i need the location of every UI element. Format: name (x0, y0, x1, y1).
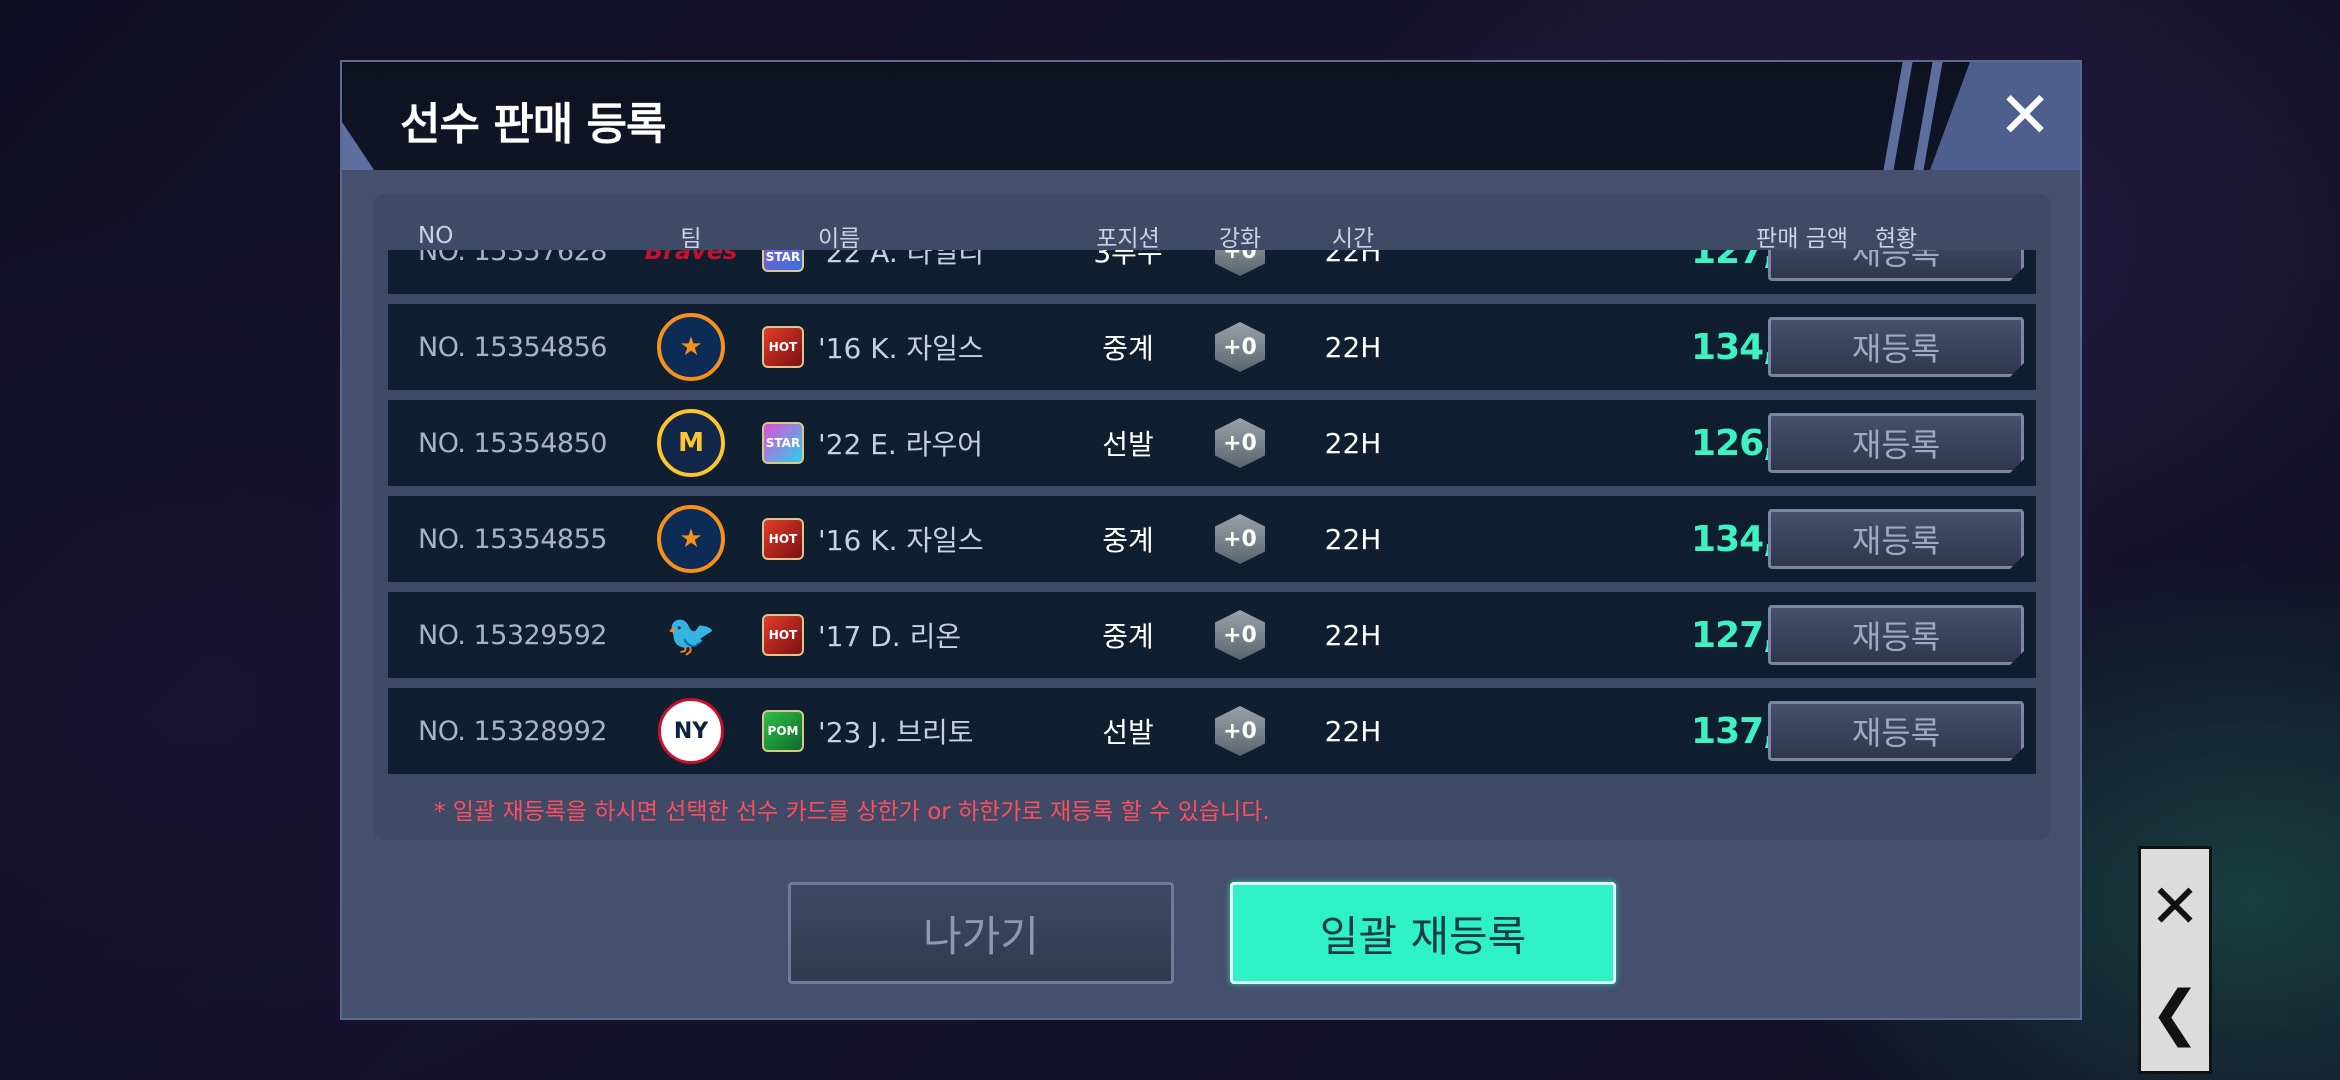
player-position: 중계 (1102, 332, 1154, 365)
side-back-button[interactable]: ❮ (2141, 961, 2209, 1065)
sale-registration-dialog: 선수 판매 등록 ✕ NO 팀 이름 포지션 강화 시간 판매 금액 현황 NO… (340, 60, 2082, 1020)
enhance-level-icon: +0 (1210, 592, 1270, 678)
close-button[interactable]: ✕ (1930, 62, 2080, 170)
reregister-button[interactable]: 재등록 (1768, 413, 2024, 473)
remaining-time: 22H (1324, 250, 1382, 268)
pom-badge-icon: POM (760, 688, 806, 774)
enhance-level-icon: +0 (1210, 304, 1270, 390)
hot-badge-icon: HOT (760, 592, 806, 678)
player-position: 선발 (1102, 428, 1154, 461)
reregister-button[interactable]: 재등록 (1768, 701, 2024, 761)
header-enhance: 강화 (1218, 226, 1262, 252)
listing-number: NO. 15354850 (418, 427, 607, 459)
reregister-button[interactable]: 재등록 (1768, 317, 2024, 377)
remaining-time: 22H (1324, 522, 1382, 556)
header-no: NO (418, 223, 454, 249)
enhance-level-icon: +0 (1210, 688, 1270, 774)
header-position: 포지션 (1096, 226, 1160, 252)
reregister-button[interactable]: 재등록 (1768, 605, 2024, 665)
remaining-time: 22H (1324, 330, 1382, 364)
table-rows[interactable]: NO. 15357628 Braves ALL STAR '22 A. 라일리 … (388, 250, 2036, 784)
bulk-reregister-button[interactable]: 일괄 재등록 (1230, 882, 1616, 984)
brewers-logo-icon: M (656, 400, 726, 486)
chevron-left-icon: ❮ (2149, 978, 2201, 1048)
remaining-time: 22H (1324, 426, 1382, 460)
reregister-button[interactable]: 재등록 (1768, 509, 2024, 569)
remaining-time: 22H (1324, 618, 1382, 652)
bulk-reregister-notice: * 일괄 재등록을 하시면 선택한 선수 카드를 상한가 or 하한가로 재등록… (434, 799, 1270, 825)
player-name: '17 D. 리온 (818, 620, 962, 653)
header-status: 현황 (1874, 226, 1918, 252)
player-name: '16 K. 자일스 (818, 524, 984, 557)
header-time: 시간 (1331, 226, 1375, 252)
dialog-title: 선수 판매 등록 (400, 99, 667, 150)
dialog-header: 선수 판매 등록 ✕ (342, 62, 2080, 170)
star-badge-icon: STAR (760, 400, 806, 486)
player-position: 3루수 (1093, 250, 1163, 269)
yankees-logo-icon: NY (656, 688, 726, 774)
astros-logo-icon: ★ (656, 304, 726, 390)
table-row[interactable]: NO. 15329592 🐦 HOT '17 D. 리온 중계 +0 22H 1… (388, 592, 2036, 678)
listing-number: NO. 15354855 (418, 523, 607, 555)
header-name: 이름 (818, 226, 861, 252)
player-name: '23 J. 브리토 (818, 716, 974, 749)
table-row[interactable]: NO. 15354855 ★ HOT '16 K. 자일스 중계 +0 22H … (388, 496, 2036, 582)
blue-jays-logo-icon: 🐦 (666, 612, 716, 659)
header-accent (342, 122, 374, 170)
enhance-level-icon: +0 (1210, 400, 1270, 486)
enhance-level-icon: +0 (1210, 496, 1270, 582)
hot-badge-icon: HOT (760, 304, 806, 390)
player-name: '16 K. 자일스 (818, 332, 984, 365)
table-row[interactable]: NO. 15357628 Braves ALL STAR '22 A. 라일리 … (388, 250, 2036, 294)
close-icon: ✕ (2149, 872, 2201, 942)
listing-number: NO. 15357628 (418, 250, 607, 267)
player-position: 중계 (1102, 620, 1154, 653)
hot-badge-icon: HOT (760, 496, 806, 582)
exit-button[interactable]: 나가기 (788, 882, 1174, 984)
reregister-button[interactable]: 재등록 (1768, 250, 2024, 281)
player-name: '22 A. 라일리 (818, 250, 984, 269)
braves-logo-icon: Braves (644, 250, 738, 265)
header-team: 팀 (680, 226, 702, 252)
listing-table: NO 팀 이름 포지션 강화 시간 판매 금액 현황 NO. 15357628 … (374, 194, 2050, 840)
enhance-level-icon: +0 (1210, 250, 1270, 294)
close-icon: ✕ (1998, 79, 2052, 153)
remaining-time: 22H (1324, 714, 1382, 748)
player-position: 중계 (1102, 524, 1154, 557)
listing-number: NO. 15329592 (418, 619, 607, 651)
player-position: 선발 (1102, 716, 1154, 749)
table-row[interactable]: NO. 15354850 M STAR '22 E. 라우어 선발 +0 22H… (388, 400, 2036, 486)
side-close-button[interactable]: ✕ (2141, 855, 2209, 959)
listing-number: NO. 15328992 (418, 715, 607, 747)
listing-number: NO. 15354856 (418, 331, 607, 363)
all-star-badge-icon: ALL STAR (760, 250, 806, 294)
astros-logo-icon: ★ (656, 496, 726, 582)
player-name: '22 E. 라우어 (818, 428, 983, 461)
side-control-panel: ✕ ❮ (2138, 846, 2212, 1074)
table-row[interactable]: NO. 15328992 NY POM '23 J. 브리토 선발 +0 22H… (388, 688, 2036, 774)
table-row[interactable]: NO. 15354856 ★ HOT '16 K. 자일스 중계 +0 22H … (388, 304, 2036, 390)
